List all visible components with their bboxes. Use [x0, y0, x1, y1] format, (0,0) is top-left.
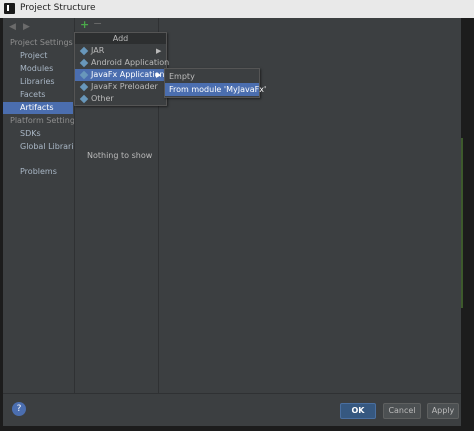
cancel-button[interactable]: Cancel [383, 403, 421, 419]
menu-item-javafx-preloader[interactable]: JavaFx Preloader [75, 81, 166, 93]
window-border-right [461, 18, 474, 431]
menu-item-label: JavaFx Preloader [91, 82, 158, 91]
sidebar-item-facets[interactable]: Facets [3, 89, 73, 101]
project-settings-header: Project Settings [10, 38, 73, 47]
sidebar-item-label: Problems [20, 167, 57, 176]
menu-item-label: JAR [91, 46, 105, 55]
submenu-arrow-icon: ▶ [156, 71, 162, 79]
submenu-item-empty[interactable]: Empty [165, 70, 259, 83]
minus-icon[interactable]: − [93, 18, 102, 29]
menu-item-other[interactable]: Other [75, 93, 166, 105]
sidebar-item-global-libraries[interactable]: Global Libraries [3, 141, 83, 153]
sidebar-item-artifacts[interactable]: Artifacts [3, 102, 73, 114]
sidebar-item-problems[interactable]: Problems [3, 166, 73, 178]
artifact-icon [79, 94, 89, 104]
footer-divider [3, 393, 461, 394]
submenu-arrow-icon: ▶ [156, 47, 162, 55]
ok-button[interactable]: OK [340, 403, 376, 419]
add-menu-title: Add [75, 33, 166, 44]
menu-item-jar[interactable]: JAR ▶ [75, 45, 166, 57]
submenu-item-from-module[interactable]: From module 'MyJavaFx' [165, 83, 266, 96]
forward-arrow-icon[interactable]: ▶ [23, 22, 33, 32]
submenu-item-label: Empty [169, 72, 195, 81]
window-title: Project Structure [20, 3, 96, 13]
javafx-application-submenu: Empty From module 'MyJavaFx' [164, 68, 266, 98]
apply-button[interactable]: Apply [427, 403, 459, 419]
back-arrow-icon[interactable]: ◀ [9, 22, 19, 32]
menu-item-label: Other [91, 94, 114, 103]
artifact-icon [79, 58, 89, 68]
sidebar-item-label: SDKs [20, 129, 41, 138]
submenu-item-label: From module 'MyJavaFx' [169, 85, 267, 94]
settings-sidebar: Project Settings Project Modules Librari… [3, 36, 83, 411]
title-bar: Project Structure [0, 0, 474, 19]
artifact-icon [79, 70, 89, 80]
sidebar-item-label: Modules [20, 64, 54, 73]
menu-item-android-application[interactable]: Android Application [75, 57, 170, 69]
menu-item-label: JavaFx Application [91, 70, 165, 79]
sidebar-item-sdks[interactable]: SDKs [3, 128, 73, 140]
sidebar-item-label: Libraries [20, 77, 55, 86]
empty-state-text: Nothing to show [87, 151, 153, 160]
artifact-icon [79, 82, 89, 92]
intellij-app-icon [4, 3, 15, 14]
sidebar-item-project[interactable]: Project [3, 50, 73, 62]
sidebar-item-label: Facets [20, 90, 46, 99]
menu-item-label: Android Application [91, 58, 170, 67]
sidebar-item-label: Artifacts [20, 103, 54, 112]
artifact-icon [79, 46, 89, 56]
window-bottom-edge [0, 426, 474, 431]
add-artifact-menu: Add JAR ▶ Android Application JavaFx App… [74, 32, 170, 106]
platform-settings-header: Platform Settings [10, 116, 80, 125]
menu-item-javafx-application[interactable]: JavaFx Application ▶ [75, 69, 166, 81]
help-button[interactable]: ? [12, 402, 26, 416]
sidebar-item-libraries[interactable]: Libraries [3, 76, 73, 88]
plus-icon[interactable]: + [80, 19, 89, 30]
sidebar-item-label: Project [20, 51, 48, 60]
sidebar-item-modules[interactable]: Modules [3, 63, 73, 75]
